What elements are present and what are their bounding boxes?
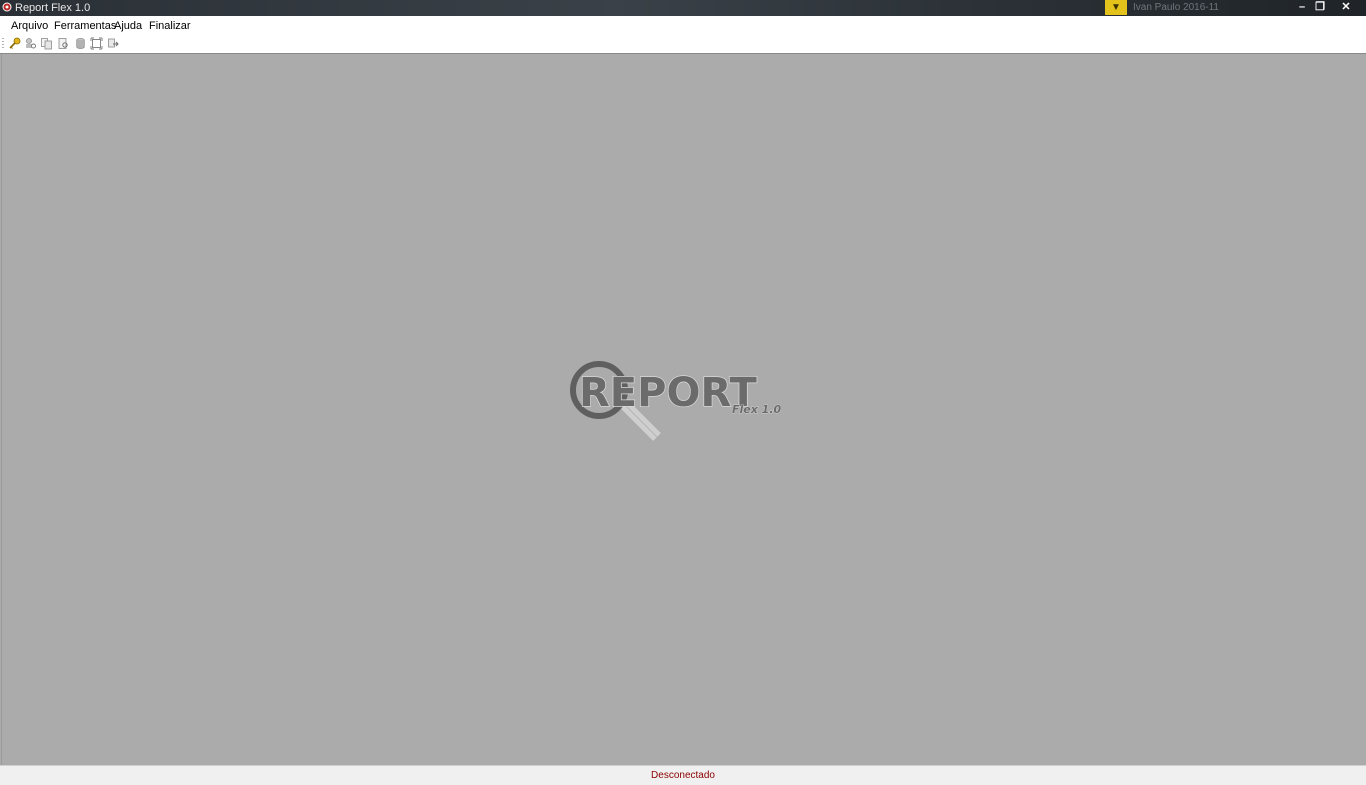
connection-status: Desconectado bbox=[651, 770, 715, 781]
database-icon[interactable] bbox=[74, 37, 87, 50]
logo-main-text: REPORT bbox=[579, 370, 757, 416]
logo-sub-text: Flex 1.0 bbox=[732, 403, 782, 416]
mdi-workspace: REPORT Flex 1.0 bbox=[1, 54, 1366, 765]
app-icon bbox=[2, 2, 12, 12]
copy-icon[interactable] bbox=[40, 37, 53, 50]
expand-icon[interactable] bbox=[90, 37, 103, 50]
menu-bar: Arquivo Ferramentas Ajuda Finalizar bbox=[0, 16, 1366, 35]
document-search-icon[interactable] bbox=[57, 37, 70, 50]
toolbar bbox=[0, 35, 1366, 54]
exit-icon[interactable] bbox=[107, 37, 120, 50]
title-bar: Report Flex 1.0 ▼ Ivan Paulo 2016-11 – ❐… bbox=[0, 0, 1366, 16]
menu-ajuda[interactable]: Ajuda bbox=[114, 20, 142, 32]
report-logo: REPORT Flex 1.0 bbox=[570, 361, 782, 441]
restore-button[interactable]: ❐ bbox=[1308, 0, 1332, 14]
window-title: Report Flex 1.0 bbox=[15, 2, 91, 14]
user-search-icon[interactable] bbox=[24, 37, 37, 50]
key-icon[interactable] bbox=[8, 37, 21, 50]
status-bar: Desconectado bbox=[0, 765, 1366, 785]
menu-arquivo[interactable]: Arquivo bbox=[11, 20, 48, 32]
menu-finalizar[interactable]: Finalizar bbox=[149, 20, 191, 32]
close-button[interactable]: ✕ bbox=[1334, 0, 1358, 14]
toolbar-grip[interactable] bbox=[2, 38, 4, 50]
menu-ferramentas[interactable]: Ferramentas bbox=[54, 20, 116, 32]
pin-icon[interactable]: ▼ bbox=[1105, 0, 1127, 15]
tray-label: Ivan Paulo 2016-11 bbox=[1133, 3, 1219, 13]
